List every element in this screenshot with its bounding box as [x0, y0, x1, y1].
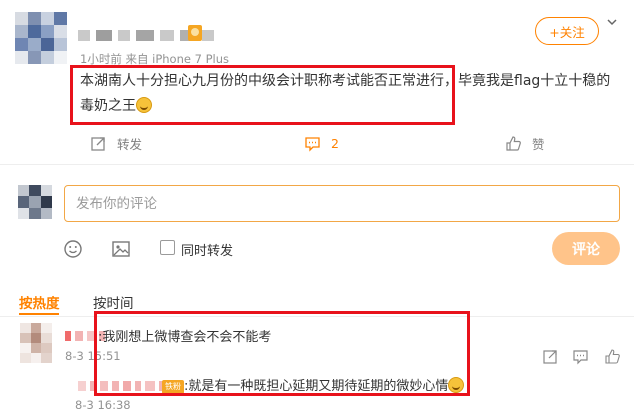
reply-icon[interactable] [572, 348, 589, 365]
tab-active-indicator [19, 313, 59, 315]
comment-input[interactable] [76, 195, 608, 212]
chevron-down-icon[interactable] [605, 15, 619, 29]
repost-icon [91, 136, 105, 151]
like-action[interactable]: 赞 [505, 133, 545, 153]
divider [0, 164, 634, 165]
highlight-box-comments [94, 311, 470, 396]
image-icon[interactable] [111, 239, 131, 259]
repost-checkbox[interactable] [160, 240, 175, 255]
tab-sort-time[interactable]: 按时间 [93, 292, 134, 312]
repost-label: 转发 [117, 136, 143, 152]
repost-icon[interactable] [542, 348, 559, 365]
thumbs-up-icon[interactable] [604, 348, 621, 365]
comment-count: 2 [331, 135, 339, 151]
post-author-avatar[interactable] [15, 12, 67, 64]
comment-action[interactable]: 2 [304, 133, 339, 153]
commenter-avatar[interactable] [20, 323, 52, 363]
vip-badge-icon [188, 25, 202, 41]
current-user-avatar [18, 185, 52, 219]
like-label: 赞 [532, 136, 545, 152]
tab-sort-hot[interactable]: 按热度 [19, 292, 60, 312]
submit-comment-button[interactable]: 评论 [552, 232, 620, 265]
highlight-box-post [70, 65, 455, 125]
repost-action[interactable]: 转发 [90, 133, 142, 153]
follow-button[interactable]: +关注 [535, 17, 599, 45]
repost-checkbox-label: 同时转发 [181, 244, 234, 259]
comment-icon [305, 136, 320, 152]
thumbs-up-icon [506, 135, 521, 151]
comment-input-box[interactable] [64, 185, 620, 222]
reply-time: 8-3 16:38 [75, 398, 131, 412]
emoji-icon[interactable] [63, 239, 83, 259]
